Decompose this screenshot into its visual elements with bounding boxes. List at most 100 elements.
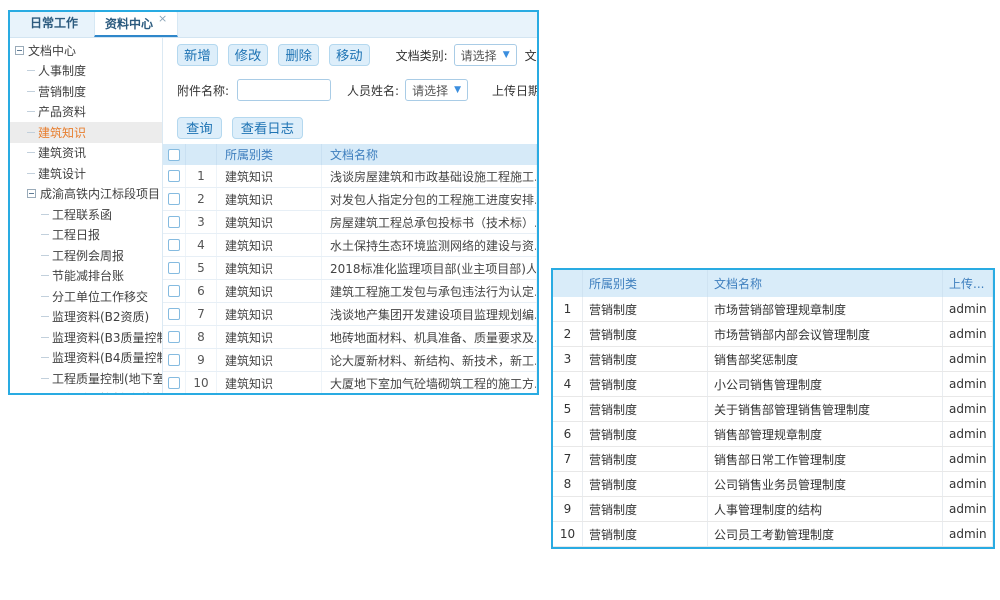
tree-item-成渝高铁内江标段项目[interactable]: 成渝高铁内江标段项目 — [10, 184, 162, 205]
tree-item-产品资料[interactable]: 产品资料 — [10, 102, 162, 123]
edit-button[interactable]: 修改 — [228, 44, 269, 66]
cell-category: 营销制度 — [583, 472, 708, 496]
table-row[interactable]: 3建筑知识房屋建筑工程总承包投标书（技术标）... — [163, 211, 537, 234]
row-checkbox[interactable] — [168, 262, 180, 274]
tab-bar: 日常工作 资料中心× — [10, 12, 537, 38]
table-row[interactable]: 7营销制度销售部日常工作管理制度admin — [553, 447, 993, 472]
cell-index: 1 — [186, 165, 217, 187]
tree-item-label: 产品资料 — [38, 103, 86, 120]
cell-index: 10 — [186, 372, 217, 393]
table-row[interactable]: 4营销制度小公司销售管理制度admin — [553, 372, 993, 397]
table-row[interactable]: 2建筑知识对发包人指定分包的工程施工进度安排... — [163, 188, 537, 211]
cell-uploader: admin — [943, 522, 993, 546]
table-row[interactable]: 9营销制度人事管理制度的结构admin — [553, 497, 993, 522]
tree-item-监理资料(B4质量控制)[interactable]: 监理资料(B4质量控制) — [10, 348, 162, 369]
move-button[interactable]: 移动 — [329, 44, 370, 66]
tree-connector-icon — [27, 70, 35, 71]
tree-item-文档中心[interactable]: 文档中心 — [10, 40, 162, 61]
row-checkbox[interactable] — [168, 285, 180, 297]
tree-item-建筑设计[interactable]: 建筑设计 — [10, 163, 162, 184]
tree-item-工程质量控制(地下室)[interactable]: 工程质量控制(地下室) — [10, 368, 162, 389]
toolbar-row-3: 查询 查看日志 — [163, 117, 537, 139]
tree-item-工程例会周报[interactable]: 工程例会周报 — [10, 245, 162, 266]
row-checkbox[interactable] — [168, 193, 180, 205]
table-row[interactable]: 10建筑知识大厦地下室加气砼墙砌筑工程的施工方... — [163, 372, 537, 393]
tree-item-监理资料(B3质量控制)[interactable]: 监理资料(B3质量控制) — [10, 327, 162, 348]
tree-item-建筑知识[interactable]: 建筑知识 — [10, 122, 162, 143]
cell-category: 建筑知识 — [217, 280, 322, 302]
table-row[interactable]: 5营销制度关于销售部管理销售管理制度admin — [553, 397, 993, 422]
table-row[interactable]: 8建筑知识地砖地面材料、机具准备、质量要求及... — [163, 326, 537, 349]
table-row[interactable]: 9建筑知识论大厦新材料、新结构、新技术，新工... — [163, 349, 537, 372]
table-row[interactable]: 3营销制度销售部奖惩制度admin — [553, 347, 993, 372]
cell-doc-name: 2018标准化监理项目部(业主项目部)人员... — [322, 257, 537, 279]
header-category: 所属别类 — [583, 270, 708, 297]
table-row[interactable]: 10营销制度公司员工考勤管理制度admin — [553, 522, 993, 547]
cell-index: 9 — [553, 497, 583, 521]
tree-item-label: 工程联系函 — [52, 206, 112, 223]
row-checkbox[interactable] — [168, 170, 180, 182]
tree-item-节能减排台账[interactable]: 节能减排台账 — [10, 266, 162, 287]
tree-item-工程日报[interactable]: 工程日报 — [10, 225, 162, 246]
table-row[interactable]: 6营销制度销售部管理规章制度admin — [553, 422, 993, 447]
tree-item-监理资料(B2资质)[interactable]: 监理资料(B2资质) — [10, 307, 162, 328]
tree-item-人事制度[interactable]: 人事制度 — [10, 61, 162, 82]
view-log-button[interactable]: 查看日志 — [232, 117, 303, 139]
cell-doc-name: 销售部奖惩制度 — [708, 347, 943, 371]
tab-data-center[interactable]: 资料中心× — [94, 11, 178, 37]
table-row[interactable]: 7建筑知识浅谈地产集团开发建设项目监理规划编... — [163, 303, 537, 326]
table-row[interactable]: 5建筑知识2018标准化监理项目部(业主项目部)人员... — [163, 257, 537, 280]
header-index — [186, 144, 217, 165]
table-row[interactable]: 2营销制度市场营销部内部会议管理制度admin — [553, 322, 993, 347]
row-checkbox[interactable] — [168, 308, 180, 320]
close-icon[interactable]: × — [158, 12, 167, 25]
tree-item-分工单位工作移交[interactable]: 分工单位工作移交 — [10, 286, 162, 307]
table-row[interactable]: 8营销制度公司销售业务员管理制度admin — [553, 472, 993, 497]
attachment-name-input[interactable] — [237, 79, 331, 101]
tree-item-label: 监理资料(B3质量控制) — [52, 329, 163, 346]
cell-category: 营销制度 — [583, 297, 708, 321]
cell-doc-name: 浅谈地产集团开发建设项目监理规划编... — [322, 303, 537, 325]
doc-category-label: 文档类别: — [396, 47, 448, 64]
side-table-header: 所属别类 文档名称 上传... — [553, 270, 993, 297]
row-checkbox[interactable] — [168, 331, 180, 343]
cell-doc-name: 公司员工考勤管理制度 — [708, 522, 943, 546]
row-checkbox[interactable] — [168, 239, 180, 251]
doc-name-label: 文档名称 — [525, 47, 537, 64]
cell-category: 建筑知识 — [217, 234, 322, 256]
tree-connector-icon — [41, 255, 49, 256]
row-checkbox[interactable] — [168, 377, 180, 389]
person-name-select[interactable]: 请选择 ▼ — [405, 79, 468, 101]
row-checkbox[interactable] — [168, 216, 180, 228]
collapse-icon[interactable] — [27, 189, 36, 198]
tree-item-label: 工程日报 — [52, 226, 100, 243]
tree-item-工程质量控制(主体)[interactable]: 工程质量控制(主体) — [10, 389, 162, 394]
collapse-icon[interactable] — [15, 46, 24, 55]
tree-item-label: 建筑知识 — [38, 124, 86, 141]
cell-doc-name: 浅谈房屋建筑和市政基础设施工程施工... — [322, 165, 537, 187]
cell-index: 6 — [553, 422, 583, 446]
table-row[interactable]: 1营销制度市场营销部管理规章制度admin — [553, 297, 993, 322]
table-row[interactable]: 6建筑知识建筑工程施工发包与承包违法行为认定... — [163, 280, 537, 303]
cell-index: 2 — [553, 322, 583, 346]
table-row[interactable]: 1建筑知识浅谈房屋建筑和市政基础设施工程施工... — [163, 165, 537, 188]
cell-doc-name: 公司销售业务员管理制度 — [708, 472, 943, 496]
tree-item-label: 监理资料(B4质量控制) — [52, 349, 163, 366]
select-all-checkbox[interactable] — [168, 149, 180, 161]
add-button[interactable]: 新增 — [177, 44, 218, 66]
row-checkbox[interactable] — [168, 354, 180, 366]
tree-item-工程联系函[interactable]: 工程联系函 — [10, 204, 162, 225]
tree-connector-icon — [41, 357, 49, 358]
cell-doc-name: 论大厦新材料、新结构、新技术，新工... — [322, 349, 537, 371]
upload-date-label: 上传日期 — [492, 82, 537, 99]
delete-button[interactable]: 删除 — [278, 44, 319, 66]
cell-doc-name: 地砖地面材料、机具准备、质量要求及... — [322, 326, 537, 348]
tab-daily-work[interactable]: 日常工作 — [20, 11, 88, 37]
doc-category-select[interactable]: 请选择 ▼ — [454, 44, 517, 66]
tree-connector-icon — [41, 234, 49, 235]
tree-item-营销制度[interactable]: 营销制度 — [10, 81, 162, 102]
table-row[interactable]: 4建筑知识水土保持生态环境监测网络的建设与资... — [163, 234, 537, 257]
tree-item-建筑资讯[interactable]: 建筑资讯 — [10, 143, 162, 164]
query-button[interactable]: 查询 — [177, 117, 222, 139]
tree-item-label: 节能减排台账 — [52, 267, 124, 284]
